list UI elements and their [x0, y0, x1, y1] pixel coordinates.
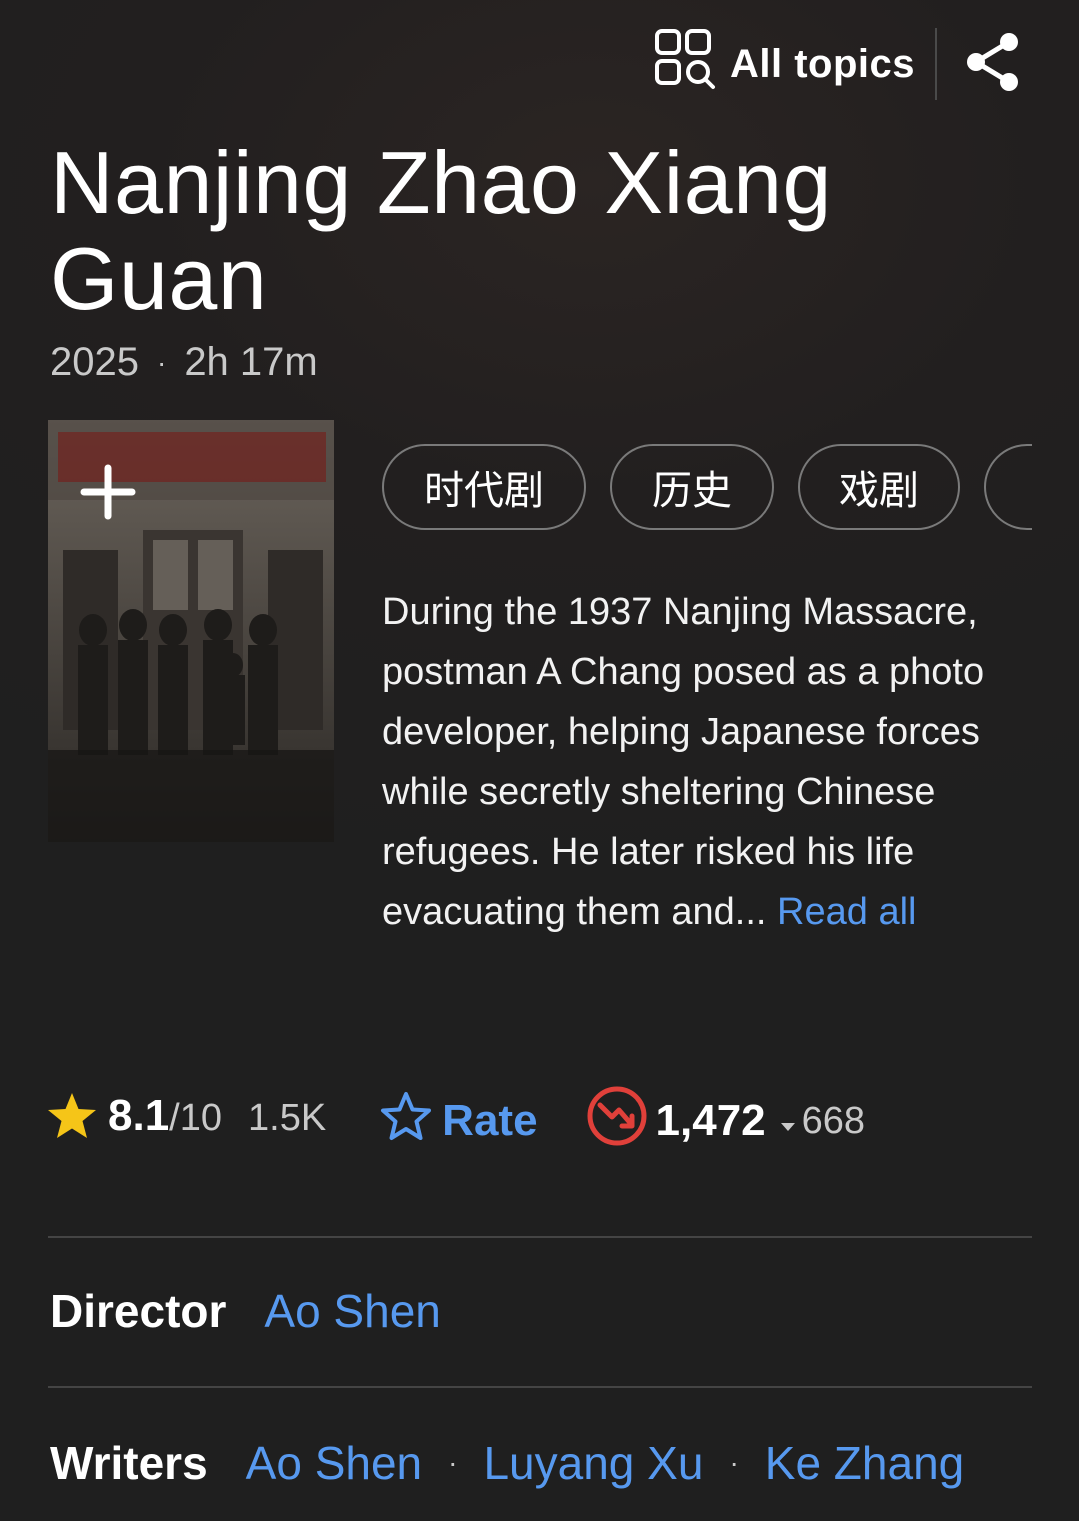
- genre-chip[interactable]: 戏剧: [798, 444, 960, 530]
- director-row: Director Ao Shen: [50, 1284, 441, 1338]
- writer-separator: ·: [448, 1447, 458, 1478]
- stats-row: 8.1 /10 1.5K Rate 1,472 668: [46, 1085, 865, 1157]
- rating-max: /10: [169, 1097, 222, 1139]
- genre-chip[interactable]: I: [984, 444, 1032, 530]
- genre-chip[interactable]: 时代剧: [382, 444, 586, 530]
- all-topics-label: All topics: [729, 41, 915, 86]
- rating-score: 8.1: [108, 1091, 170, 1140]
- movie-runtime: 2h 17m: [184, 340, 318, 384]
- rate-label: Rate: [442, 1096, 538, 1145]
- poster[interactable]: [48, 420, 334, 842]
- movie-year: 2025: [50, 340, 139, 384]
- plus-icon: [80, 464, 136, 520]
- all-topics-button[interactable]: All topics: [654, 28, 915, 100]
- writers-row: Writers Ao Shen · Luyang Xu · Ke Zhang: [50, 1436, 964, 1490]
- movie-title: Nanjing Zhao Xiang Guan: [50, 133, 832, 328]
- share-icon: [964, 31, 1022, 98]
- popularity-change: 668: [780, 1100, 865, 1143]
- divider: [48, 1386, 1032, 1388]
- director-name[interactable]: Ao Shen: [264, 1284, 440, 1338]
- meta-separator: ·: [156, 346, 167, 378]
- rating-votes: 1.5K: [248, 1097, 327, 1139]
- popularity-down-icon: [586, 1085, 648, 1157]
- popularity-change-value: 668: [801, 1099, 866, 1142]
- movie-meta: 2025 · 2h 17m: [50, 340, 318, 385]
- imdb-rating[interactable]: 8.1 /10 1.5K: [46, 1091, 326, 1151]
- star-outline-icon: [380, 1091, 432, 1152]
- rate-button[interactable]: Rate: [380, 1091, 538, 1152]
- share-button[interactable]: [957, 28, 1029, 100]
- grid-search-icon: [654, 28, 716, 100]
- popularity-meter[interactable]: 1,472 668: [586, 1085, 865, 1157]
- divider: [48, 1236, 1032, 1238]
- genre-chips: 时代剧 历史 戏剧 I: [382, 444, 1032, 534]
- triangle-down-icon: [780, 1100, 796, 1143]
- star-icon: [46, 1091, 98, 1151]
- writer-name[interactable]: Luyang Xu: [483, 1436, 703, 1490]
- director-label: Director: [50, 1285, 227, 1337]
- topbar-divider: [935, 28, 937, 100]
- read-all-link[interactable]: Read all: [777, 891, 916, 933]
- genre-chip[interactable]: 历史: [610, 444, 774, 530]
- add-to-watchlist-button[interactable]: [78, 462, 138, 522]
- writer-separator: ·: [729, 1447, 739, 1478]
- plot-text: During the 1937 Nanjing Massacre, postma…: [382, 591, 985, 933]
- writers-label: Writers: [50, 1437, 208, 1489]
- top-bar: All topics: [654, 28, 1029, 100]
- popularity-rank: 1,472: [655, 1096, 766, 1145]
- writer-name[interactable]: Ke Zhang: [765, 1436, 964, 1490]
- writer-name[interactable]: Ao Shen: [246, 1436, 422, 1490]
- plot-summary: During the 1937 Nanjing Massacre, postma…: [382, 582, 1022, 942]
